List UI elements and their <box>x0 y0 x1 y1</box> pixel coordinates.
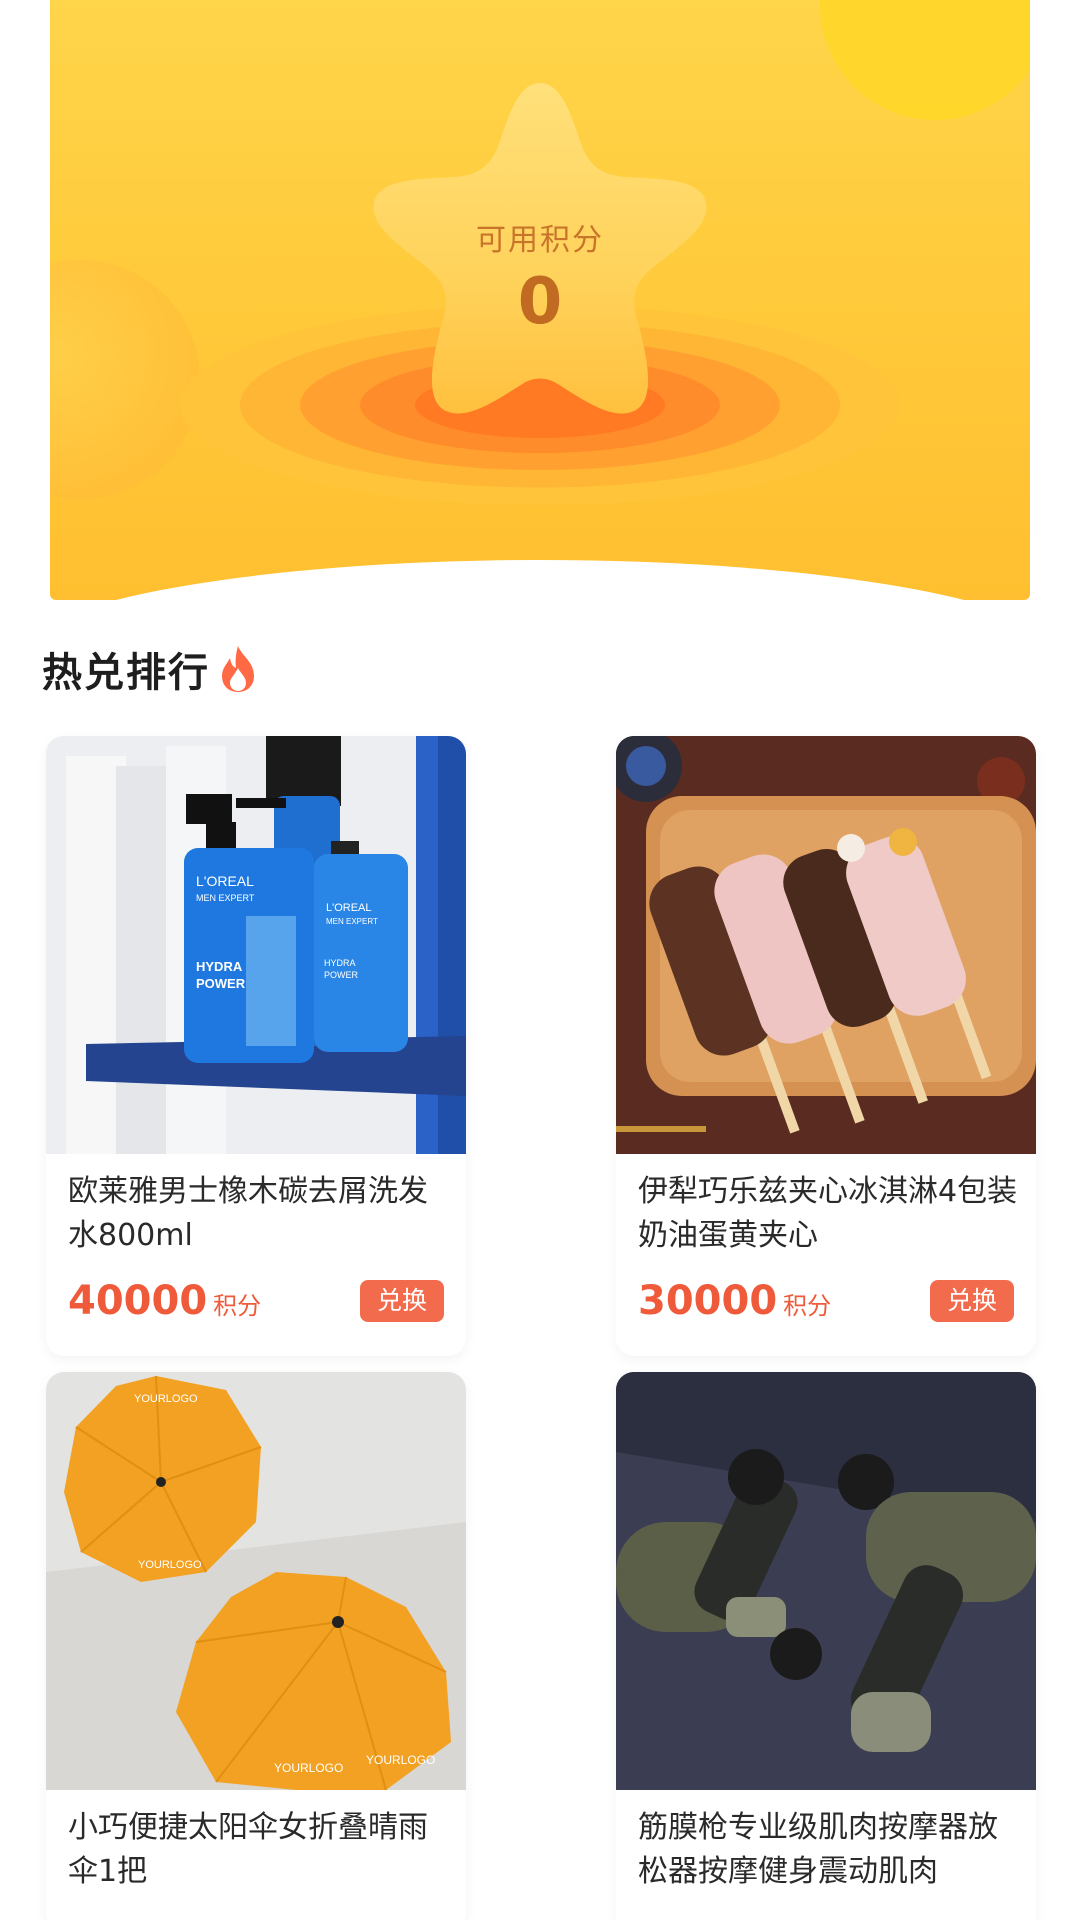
product-image: L'OREAL MEN EXPERT HYDRA POWER L'OREAL M… <box>46 736 466 1154</box>
product-title: 小巧便捷太阳伞女折叠晴雨伞1把 <box>68 1810 428 1889</box>
hot-ranking-header: 热兑排行 <box>42 640 260 698</box>
svg-text:L'OREAL: L'OREAL <box>196 873 254 889</box>
product-image: YOURLOGO YOURLOGO YOURLOGO YOURLOGO <box>46 1372 466 1790</box>
banner-bottom-curve <box>50 560 1030 600</box>
fire-icon <box>222 646 254 692</box>
price-unit: 积分 <box>783 1292 832 1320</box>
points-label: 可用积分 <box>476 223 604 258</box>
svg-text:HYDRA: HYDRA <box>324 958 356 968</box>
price-row: 40000 积分 <box>68 1278 261 1324</box>
points-banner: 可用积分 0 <box>50 0 1030 600</box>
product-card[interactable]: 伊犁巧乐兹夹心冰淇淋4包装奶油蛋黄夹心 30000 积分 兑换 <box>616 736 1036 1356</box>
product-card[interactable]: YOURLOGO YOURLOGO YOURLOGO YOURLOGO 小巧便捷… <box>46 1372 466 1920</box>
left-circle-decoration <box>50 260 200 500</box>
svg-text:YOURLOGO: YOURLOGO <box>138 1559 202 1571</box>
section-title: 热兑排行 <box>42 650 210 696</box>
product-title: 欧莱雅男士橡木碳去屑洗发水800ml <box>68 1174 428 1253</box>
product-price: 40000 <box>68 1278 208 1324</box>
page: 可用积分 0 热兑排行 L'OREAL MEN EXPERT HYDRA POW… <box>0 0 1080 1920</box>
redeem-button[interactable]: 兑换 <box>930 1280 1014 1322</box>
sun-decoration <box>820 0 1030 120</box>
product-image <box>616 1372 1036 1790</box>
svg-text:MEN EXPERT: MEN EXPERT <box>326 917 378 926</box>
product-card[interactable]: 筋膜枪专业级肌肉按摩器放松器按摩健身震动肌肉 <box>616 1372 1036 1920</box>
points-value: 0 <box>517 265 563 339</box>
svg-text:POWER: POWER <box>196 976 246 991</box>
svg-text:YOURLOGO: YOURLOGO <box>366 1753 435 1767</box>
price-unit: 积分 <box>213 1292 262 1320</box>
product-price: 30000 <box>638 1278 778 1324</box>
product-title: 伊犁巧乐兹夹心冰淇淋4包装奶油蛋黄夹心 <box>638 1174 1018 1253</box>
redeem-button[interactable]: 兑换 <box>360 1280 444 1322</box>
svg-text:L'OREAL: L'OREAL <box>326 902 372 914</box>
svg-text:YOURLOGO: YOURLOGO <box>274 1761 343 1775</box>
price-row: 30000 积分 <box>638 1278 831 1324</box>
svg-text:HYDRA: HYDRA <box>196 959 243 974</box>
product-title: 筋膜枪专业级肌肉按摩器放松器按摩健身震动肌肉 <box>638 1810 998 1889</box>
product-image <box>616 736 1036 1154</box>
svg-text:POWER: POWER <box>324 970 359 980</box>
umbrella-logo-text: YOURLOGO <box>134 1393 198 1405</box>
product-card[interactable]: L'OREAL MEN EXPERT HYDRA POWER L'OREAL M… <box>46 736 466 1356</box>
star-badge: 可用积分 0 <box>350 65 730 445</box>
svg-text:MEN EXPERT: MEN EXPERT <box>196 893 255 903</box>
